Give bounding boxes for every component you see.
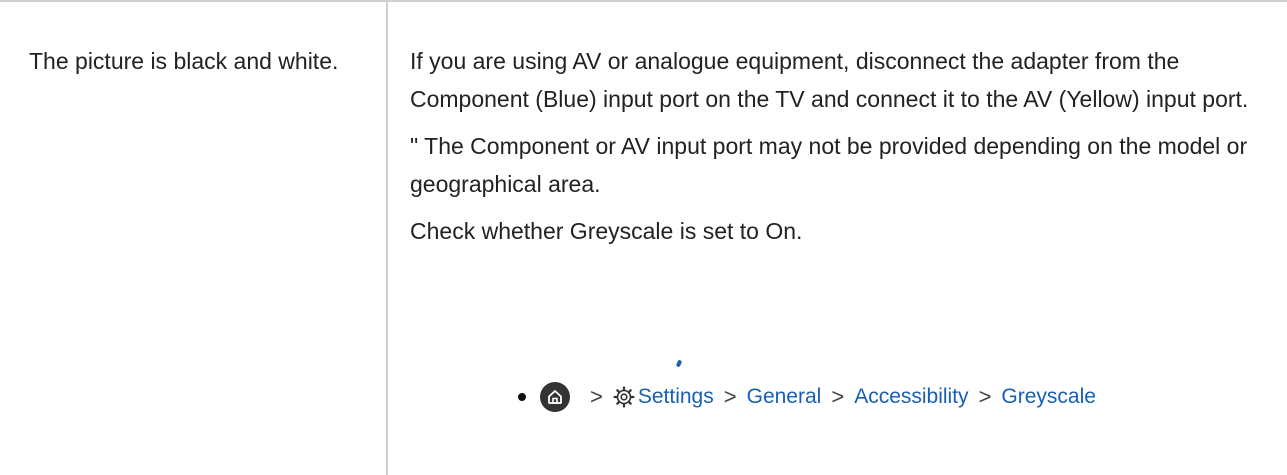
home-icon — [540, 382, 570, 412]
bullet-icon — [518, 393, 526, 401]
chevron-right-icon: > — [723, 384, 737, 409]
solution-cell: If you are using AV or analogue equipmen… — [410, 42, 1270, 259]
menu-item-general: General — [746, 385, 822, 408]
menu-item-greyscale: Greyscale — [1001, 385, 1096, 408]
menu-item-accessibility: Accessibility — [854, 385, 969, 408]
chevron-right-icon: > — [978, 384, 992, 409]
menu-item-settings: Settings — [637, 385, 714, 408]
chevron-right-icon: > — [831, 384, 845, 409]
gear-icon — [613, 386, 635, 408]
solution-note: " The Component or AV input port may not… — [410, 133, 1248, 197]
symptom-text: The picture is black and white. — [29, 48, 339, 74]
solution-paragraph: If you are using AV or analogue equipmen… — [410, 48, 1249, 112]
column-divider — [386, 0, 388, 475]
chevron-right-icon: > — [590, 384, 603, 409]
menu-path: > Settings > General > Accessibility > G… — [518, 380, 1096, 414]
solution-check: Check whether Greyscale is set to On. — [410, 218, 803, 244]
symptom-cell: The picture is black and white. — [29, 42, 359, 80]
